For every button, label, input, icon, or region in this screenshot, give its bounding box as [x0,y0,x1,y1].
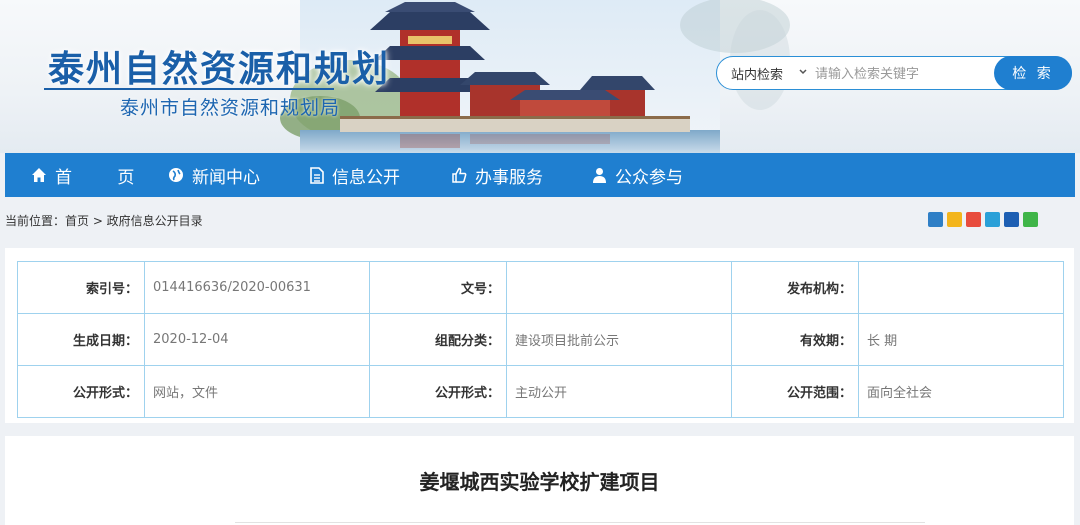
document-number-label: 文号： [369,261,507,314]
table-row: 生成日期： 2020-12-04 组配分类： 建设项目批前公示 有效期： 长 期 [17,313,1064,366]
nav-item-label: 首 页 [55,167,155,188]
validity-value: 长 期 [858,313,1064,366]
thumbs-up-icon [452,167,467,183]
nav-item-participation[interactable]: 公众参与 [592,153,683,197]
publish-mode-value: 主动公开 [506,365,732,418]
publish-mode-label: 公开形式： [369,365,507,418]
breadcrumb: 当前位置：首页 > 政府信息公开目录 [5,214,203,228]
share-icons [928,212,1038,227]
publisher-label: 发布机构： [731,261,859,314]
home-icon [32,168,46,182]
renren-icon[interactable] [1004,212,1019,227]
plus-icon[interactable] [928,212,943,227]
created-date-value: 2020-12-04 [144,313,370,366]
weibo-icon[interactable] [966,212,981,227]
site-header: 泰州自然资源和规划 泰州市自然资源和规划局 站内检索 检 索 [0,0,1080,153]
search-input[interactable] [813,63,997,85]
publish-form-label: 公开形式： [17,365,145,418]
nav-item-label: 公众参与 [615,167,683,188]
tencent-weibo-icon[interactable] [985,212,1000,227]
nav-item-services[interactable]: 办事服务 [451,153,543,197]
nav-item-info-disclosure[interactable]: 信息公开 [310,153,400,197]
search-scope-select[interactable]: 站内检索 [731,64,783,83]
qzone-icon[interactable] [947,212,962,227]
chevron-down-icon[interactable] [797,66,809,78]
document-title: 姜堰城西实验学校扩建项目 [419,470,660,494]
nav-item-news[interactable]: 新闻中心 [168,153,260,197]
publish-scope-value: 面向全社会 [858,365,1064,418]
nav-item-label: 办事服务 [475,167,543,188]
index-number-value: 014416636/2020-00631 [144,261,370,314]
nav-item-home[interactable]: 首 页 [31,153,154,197]
document-icon [310,166,324,184]
document-content: 姜堰城西实验学校扩建项目 [5,436,1074,525]
metadata-table: 索引号： 014416636/2020-00631 文号： 发布机构： 生成日期… [17,261,1064,418]
info-metadata-panel: 索引号： 014416636/2020-00631 文号： 发布机构： 生成日期… [5,248,1074,423]
user-icon [593,168,606,183]
wechat-icon[interactable] [1023,212,1038,227]
main-nav: 首 页 新闻中心 信息公开 办事服务 公众参与 [5,153,1075,197]
site-title: 泰州自然资源和规划 [48,49,391,90]
validity-label: 有效期： [731,313,859,366]
title-divider [235,522,925,523]
table-row: 公开形式： 网站，文件 公开形式： 主动公开 公开范围： 面向全社会 [17,365,1064,418]
table-row: 索引号： 014416636/2020-00631 文号： 发布机构： [17,261,1064,314]
created-date-label: 生成日期： [17,313,145,366]
nav-item-label: 信息公开 [332,167,400,188]
title-underline [44,88,334,90]
site-subtitle: 泰州市自然资源和规划局 [120,97,341,119]
page: 泰州自然资源和规划 泰州市自然资源和规划局 站内检索 检 索 首 页 新闻 [0,0,1080,525]
index-number-label: 索引号： [17,261,145,314]
nav-item-label: 新闻中心 [192,167,260,188]
globe-icon [169,168,183,182]
search-button[interactable]: 检 索 [994,56,1072,90]
publisher-value [858,261,1064,314]
document-number-value [506,261,732,314]
publish-form-value: 网站，文件 [144,365,370,418]
search-bar: 站内检索 检 索 [716,56,1072,90]
category-value: 建设项目批前公示 [506,313,732,366]
publish-scope-label: 公开范围： [731,365,859,418]
category-label: 组配分类： [369,313,507,366]
